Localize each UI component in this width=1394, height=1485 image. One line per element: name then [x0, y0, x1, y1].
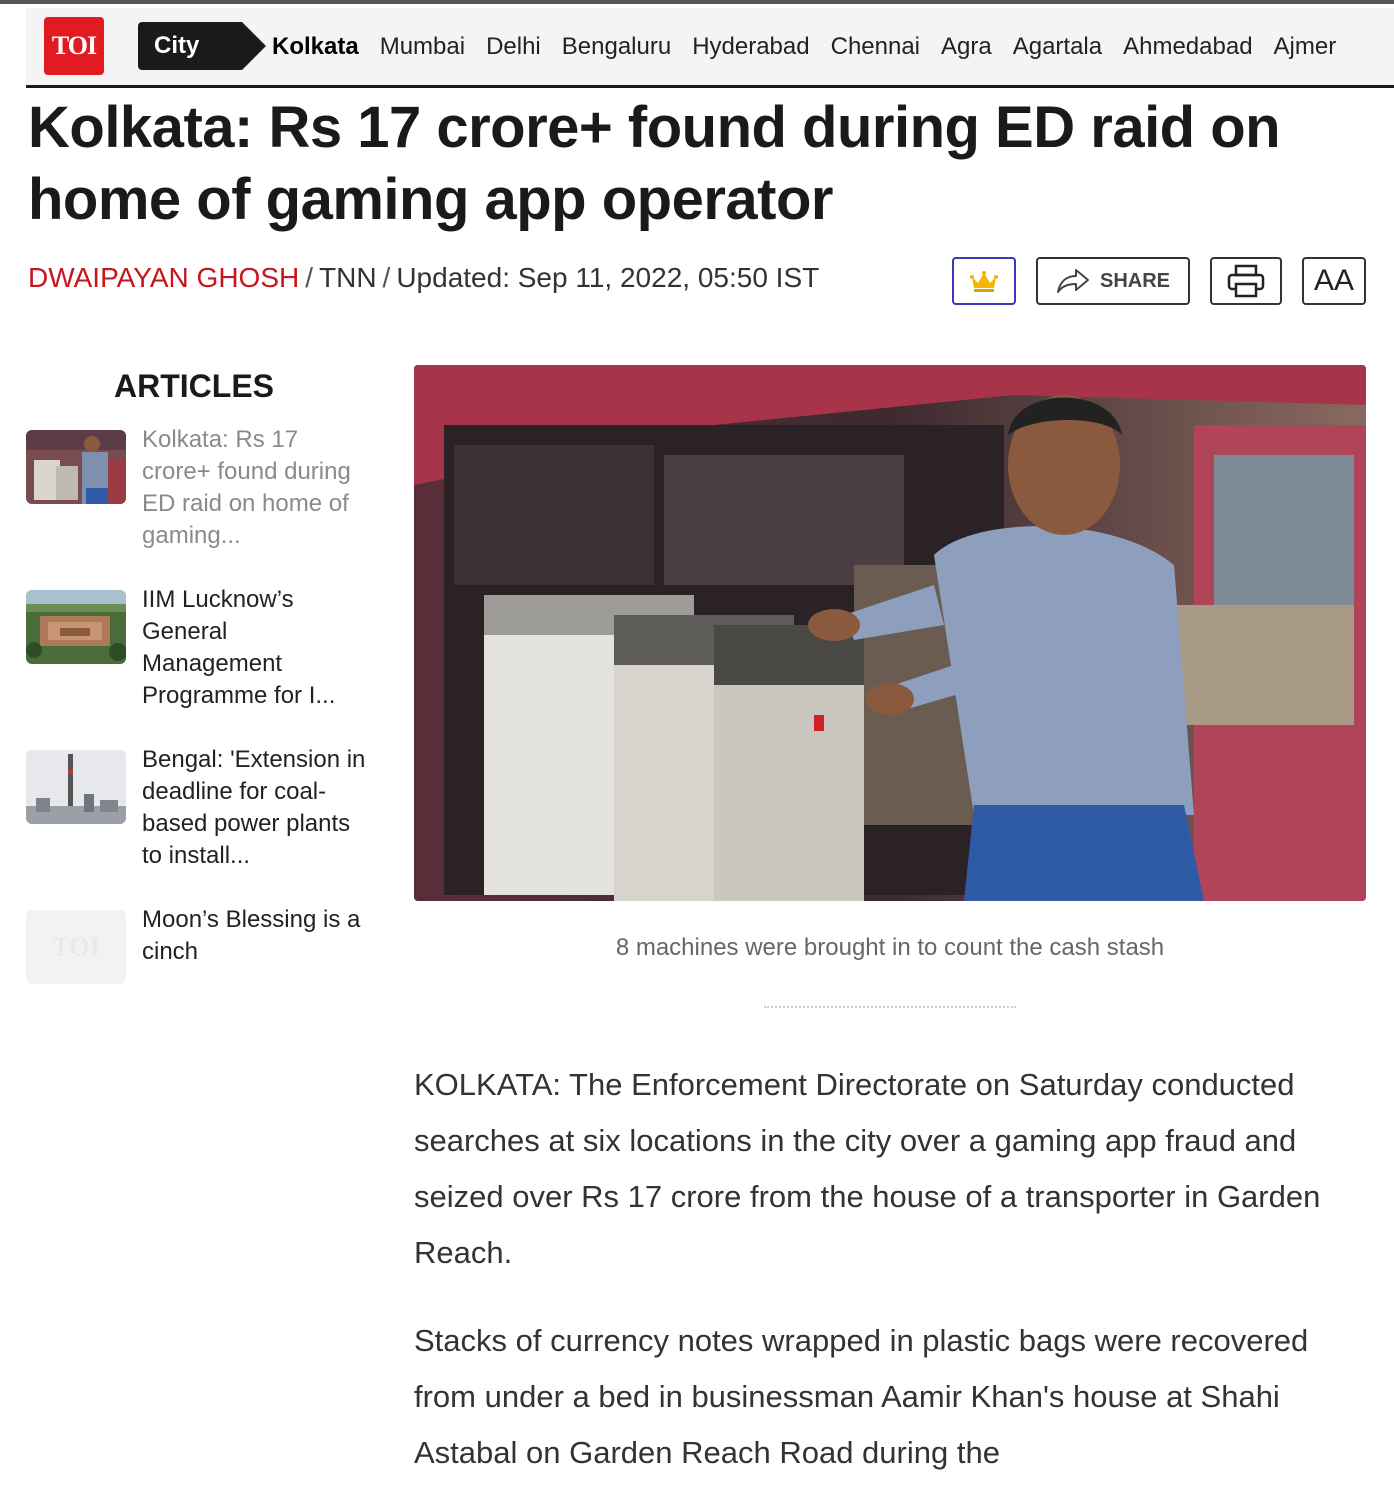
toi-placeholder-thumbnail: TOI [26, 910, 126, 984]
article-hero-image[interactable] [414, 365, 1366, 901]
share-icon [1056, 269, 1089, 293]
crown-icon [970, 271, 998, 292]
city-link-ahmedabad[interactable]: Ahmedabad [1123, 33, 1252, 61]
sidebar-article-3[interactable]: Bengal: 'Extension in deadline for coal-… [26, 744, 366, 874]
city-link-chennai[interactable]: Chennai [831, 33, 920, 61]
byline-separator: / [305, 262, 313, 293]
sidebar-article-4[interactable]: TOI Moon’s Blessing is a cinch [26, 904, 366, 994]
sidebar-article-1[interactable]: Kolkata: Rs 17 crore+ found during ED ra… [26, 424, 366, 554]
city-link-kolkata[interactable]: Kolkata [272, 33, 359, 61]
byline-separator: / [382, 262, 391, 293]
print-button[interactable] [1210, 257, 1282, 305]
city-navbar: TOI City Kolkata Mumbai Delhi Bengaluru … [26, 8, 1394, 88]
placeholder-logo: TOI [52, 932, 100, 961]
toi-logo[interactable]: TOI [44, 17, 104, 75]
article-headline: Kolkata: Rs 17 crore+ found during ED ra… [28, 95, 1281, 232]
toi-plus-button[interactable] [952, 257, 1016, 305]
byline: DWAIPAYAN GHOSH / TNN / Updated: Sep 11, 202… [28, 262, 819, 294]
print-icon [1227, 264, 1265, 298]
font-size-button[interactable]: AA [1302, 257, 1366, 305]
author-link[interactable]: DWAIPAYAN GHOSH [28, 262, 299, 293]
sidebar-article-title: Moon’s Blessing is a cinch [142, 906, 361, 965]
article-thumbnail [26, 750, 126, 824]
city-section-tag[interactable]: City [138, 22, 266, 70]
city-link-agartala[interactable]: Agartala [1013, 33, 1102, 61]
top-border [0, 0, 1394, 4]
share-button[interactable]: SHARE [1036, 257, 1190, 305]
image-caption: 8 machines were brought in to count the … [615, 934, 1165, 961]
article-paragraph-2: Stacks of currency notes wrapped in plas… [414, 1323, 1309, 1470]
city-link-mumbai[interactable]: Mumbai [380, 33, 465, 61]
city-links: Kolkata Mumbai Delhi Bengaluru Hyderabad… [272, 8, 1357, 85]
sidebar-article-title: IIM Lucknow’s General Management Program… [142, 586, 336, 709]
article-thumbnail [26, 430, 126, 504]
sidebar-article-title: Kolkata: Rs 17 crore+ found during ED ra… [142, 426, 351, 549]
city-link-delhi[interactable]: Delhi [486, 33, 541, 61]
sidebar-articles-title: ARTICLES [114, 368, 274, 404]
ad-divider [764, 1006, 1016, 1008]
city-link-ajmer[interactable]: Ajmer [1274, 33, 1337, 61]
article-paragraph-1: KOLKATA: The Enforcement Directorate on … [414, 1067, 1321, 1270]
agency: TNN [319, 262, 377, 293]
share-label: SHARE [1099, 269, 1170, 292]
city-link-hyderabad[interactable]: Hyderabad [692, 33, 809, 61]
updated-timestamp: Updated: Sep 11, 2022, 05:50 IST [396, 262, 820, 293]
sidebar-article-title: Bengal: 'Extension in deadline for coal-… [142, 746, 366, 869]
city-link-agra[interactable]: Agra [941, 33, 992, 61]
city-link-bengaluru[interactable]: Bengaluru [562, 33, 671, 61]
article-thumbnail [26, 590, 126, 664]
sidebar-article-2[interactable]: IIM Lucknow’s General Management Program… [26, 584, 366, 714]
